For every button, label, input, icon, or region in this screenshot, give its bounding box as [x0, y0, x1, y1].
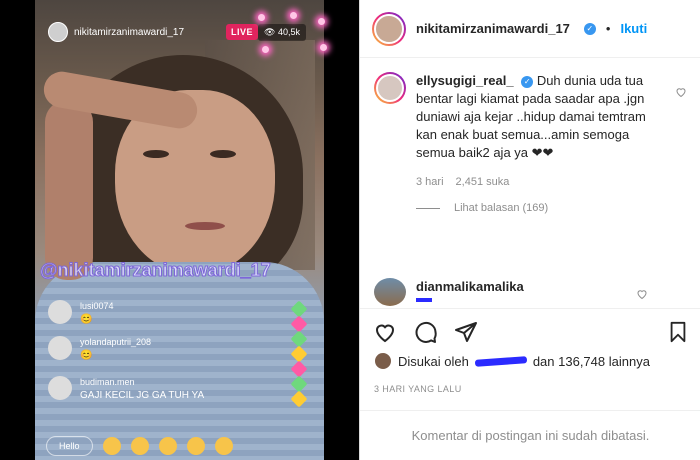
- comment-meta: 3 hari 2,451 suka: [416, 176, 648, 188]
- floating-hearts: [285, 300, 313, 408]
- comments-list: ellysugigi_real_ ✓ Duh dunia uda tua ben…: [360, 58, 700, 308]
- like-heart-icon[interactable]: [372, 320, 398, 344]
- live-video: nikitamirzanimawardi_17 LIVE 👁 40,5k @ni…: [0, 0, 359, 460]
- live-comment-text: GAJI KECIL JG GA TUH YA: [80, 390, 205, 401]
- live-comment-user: lusi0074: [80, 301, 114, 311]
- author-username[interactable]: nikitamirzanimawardi_17: [416, 21, 570, 36]
- follow-button[interactable]: Ikuti: [620, 21, 647, 36]
- person-mouth: [185, 222, 225, 230]
- comment-time: 3 hari: [416, 176, 444, 188]
- verified-icon: ✓: [521, 75, 534, 88]
- like-comment-heart-icon[interactable]: [636, 288, 648, 300]
- verified-icon: ✓: [583, 22, 596, 35]
- live-comment-bar: Hello: [46, 436, 233, 456]
- viewer-count: 👁 40,5k: [258, 24, 306, 41]
- sparkle-icon: [320, 44, 327, 51]
- live-comment-input[interactable]: Hello: [46, 436, 93, 456]
- emoji-icon[interactable]: [102, 437, 121, 455]
- emoji-icon[interactable]: [130, 437, 149, 455]
- view-replies[interactable]: Lihat balasan (169): [416, 202, 648, 214]
- comment-item: ellysugigi_real_ ✓ Duh dunia uda tua ben…: [360, 72, 700, 214]
- live-comment-user: yolandaputrii_208: [80, 337, 152, 347]
- sparkle-icon: [262, 46, 269, 53]
- live-user[interactable]: nikitamirzanimawardi_17: [48, 22, 184, 42]
- live-comment: yolandaputrii_208 😊: [48, 336, 151, 362]
- commenter-avatar[interactable]: [374, 72, 406, 104]
- liked-by: Disukai oleh dan 136,748 lainnya: [374, 352, 650, 370]
- live-badge: LIVE: [226, 24, 259, 40]
- emoji-icon[interactable]: [186, 437, 205, 455]
- post-header: nikitamirzanimawardi_17 ✓ • Ikuti: [360, 0, 700, 58]
- live-comment-avatar: [48, 376, 72, 400]
- liker-avatar: [374, 352, 392, 370]
- sparkle-icon: [290, 12, 297, 19]
- liked-by-prefix: Disukai oleh: [398, 353, 469, 369]
- person-eye: [143, 150, 169, 158]
- author-avatar[interactable]: [372, 11, 406, 46]
- username-watermark: @nikitamirzanimawardi_17: [40, 260, 272, 281]
- live-user-avatar: [48, 22, 68, 42]
- separator-dot: •: [605, 21, 611, 36]
- emoji-icon[interactable]: [158, 437, 177, 455]
- post-date[interactable]: 3 HARI YANG LALU: [374, 384, 462, 394]
- save-bookmark-icon[interactable]: [667, 320, 689, 344]
- comment-text-block: ellysugigi_real_ ✓ Duh dunia uda tua ben…: [416, 72, 648, 162]
- commenter-avatar[interactable]: [374, 278, 406, 306]
- live-comment: lusi0074 😊: [48, 300, 114, 326]
- live-comment-user: budiman.men: [80, 377, 135, 387]
- share-send-icon[interactable]: [454, 320, 478, 344]
- live-comment-avatar: [48, 300, 72, 324]
- commenter-username[interactable]: ellysugigi_real_: [416, 73, 514, 88]
- comment-text-block: dianmalikamalika: [416, 278, 648, 296]
- like-comment-heart-icon[interactable]: [675, 86, 687, 98]
- live-comment: budiman.men GAJI KECIL JG GA TUH YA: [48, 376, 204, 402]
- view-replies-label: Lihat balasan (169): [454, 202, 549, 214]
- emoji-icon[interactable]: [214, 437, 233, 455]
- live-comment-text: 😊: [80, 350, 93, 361]
- comment-bubble-icon[interactable]: [414, 320, 438, 344]
- live-username: nikitamirzanimawardi_17: [74, 26, 185, 38]
- liked-by-name[interactable]: [474, 355, 528, 367]
- viewer-count-value: 40,5k: [277, 27, 300, 37]
- liked-by-count[interactable]: dan 136,748 lainnya: [533, 354, 650, 369]
- comment-likes[interactable]: 2,451 suka: [456, 176, 510, 188]
- heart-icon: [290, 390, 308, 408]
- live-comment-avatar: [48, 336, 72, 360]
- sparkle-icon: [258, 14, 265, 21]
- sparkle-icon: [318, 18, 325, 25]
- person-arm: [45, 100, 93, 280]
- comment-item: dianmalikamalika: [360, 278, 662, 306]
- post-panel: nikitamirzanimawardi_17 ✓ • Ikuti ellysu…: [359, 0, 700, 460]
- live-comment-text: 😊: [80, 314, 93, 325]
- comments-closed-notice: Komentar di postingan ini sudah dibatasi…: [360, 410, 700, 460]
- scribble-mark: [416, 298, 432, 302]
- commenter-username[interactable]: dianmalikamalika: [416, 279, 524, 294]
- person-eye: [210, 150, 236, 158]
- replies-line: [416, 207, 440, 209]
- post-actions: [360, 308, 700, 354]
